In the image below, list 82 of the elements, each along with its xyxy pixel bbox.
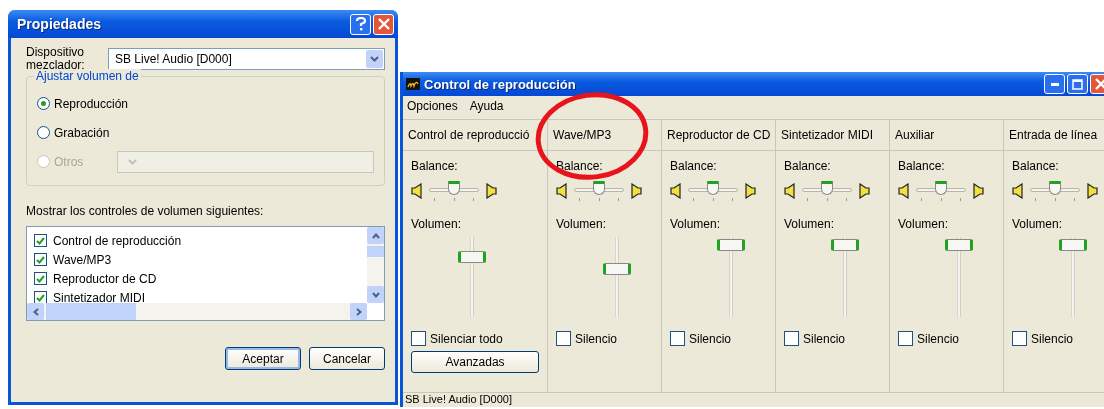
- window-title: Control de reproducción: [424, 76, 577, 92]
- balance-label: Balance:: [670, 159, 718, 173]
- chevron-down-icon: [371, 291, 380, 298]
- speaker-icon: [784, 183, 796, 199]
- balance-label: Balance:: [411, 159, 459, 173]
- volume-label: Volumen:: [784, 217, 836, 231]
- list-item[interactable]: Reproductor de CD: [53, 271, 157, 286]
- speaker-icon: [485, 183, 497, 199]
- chevron-right-icon: [355, 307, 362, 316]
- horizontal-scrollbar[interactable]: [27, 303, 367, 320]
- close-button[interactable]: [373, 13, 394, 35]
- volume-label: Volumen:: [1012, 217, 1064, 231]
- menu-item[interactable]: Opciones: [407, 99, 458, 116]
- speaker-icon: [1086, 183, 1098, 199]
- balance-label: Balance:: [1012, 159, 1060, 173]
- speaker-icon: [858, 183, 870, 199]
- speaker-icon: [1012, 183, 1024, 199]
- chevron-left-icon: [32, 307, 39, 316]
- volume-label: Volumen:: [556, 217, 608, 231]
- dialog-button[interactable]: Aceptar: [225, 347, 301, 370]
- speaker-icon: [898, 183, 910, 199]
- checkbox[interactable]: [34, 253, 47, 266]
- balance-label: Balance:: [898, 159, 946, 173]
- mute-checkbox[interactable]: Silencio: [784, 331, 889, 346]
- close-icon: [377, 18, 390, 30]
- window-title: Propiedades: [17, 16, 102, 32]
- radio-option[interactable]: Reproducción: [37, 96, 129, 111]
- balance-slider[interactable]: [802, 181, 852, 201]
- balance-slider[interactable]: [916, 181, 966, 201]
- checkbox[interactable]: [34, 234, 47, 247]
- speaker-icon: [556, 183, 568, 199]
- mute-checkbox[interactable]: Silencio: [1012, 331, 1104, 346]
- minimize-button[interactable]: [1044, 74, 1065, 94]
- chevron-down-icon: [128, 158, 137, 165]
- speaker-icon: [670, 183, 682, 199]
- list-item[interactable]: Control de reproducción: [53, 233, 182, 248]
- channel-name: Wave/MP3: [553, 128, 612, 142]
- speaker-icon: [630, 183, 642, 199]
- mute-checkbox[interactable]: Silencio: [670, 331, 775, 346]
- channel-name: Reproductor de CD: [667, 128, 771, 142]
- balance-slider[interactable]: [688, 181, 738, 201]
- balance-slider[interactable]: [1030, 181, 1080, 201]
- checkbox[interactable]: [34, 272, 47, 285]
- vertical-scrollbar[interactable]: [367, 227, 384, 303]
- status-text: SB Live! Audio [D000]: [405, 393, 512, 405]
- maximize-button[interactable]: [1067, 74, 1088, 94]
- mute-checkbox[interactable]: Silencio: [898, 331, 1003, 346]
- help-button[interactable]: [350, 13, 371, 35]
- list-item[interactable]: Sintetizador MIDI: [53, 290, 146, 305]
- close-icon: [1094, 78, 1104, 90]
- volume-label: Volumen:: [670, 217, 722, 231]
- chevron-up-icon: [371, 232, 380, 239]
- channel-name: Entrada de línea: [1009, 128, 1098, 142]
- speaker-icon: [744, 183, 756, 199]
- speaker-icon: [972, 183, 984, 199]
- mixer-dropdown[interactable]: SB Live! Audio [D000]: [108, 48, 385, 70]
- balance-label: Balance:: [784, 159, 832, 173]
- mixer-label: Dispositivo mezclador:: [26, 46, 85, 72]
- help-icon: [354, 17, 367, 31]
- advanced-button[interactable]: Avanzadas: [411, 351, 539, 373]
- maximize-icon: [1072, 78, 1083, 90]
- volume-label: Volumen:: [898, 217, 950, 231]
- scrollbar-thumb[interactable]: [46, 303, 136, 320]
- group-title: Ajustar volumen de: [34, 69, 141, 83]
- channel-name: Sintetizador MIDI: [781, 128, 874, 142]
- channel-name: Control de reproducció: [408, 128, 530, 142]
- list-label: Mostrar los controles de volumen siguientes:: [26, 204, 265, 218]
- minimize-icon: [1050, 82, 1059, 86]
- channel-name: Auxiliar: [895, 128, 935, 142]
- volume-label: Volumen:: [411, 217, 463, 231]
- chevron-down-icon: [370, 56, 379, 62]
- list-item[interactable]: Wave/MP3: [53, 252, 112, 267]
- menu-item[interactable]: Ayuda: [469, 99, 504, 116]
- mute-checkbox[interactable]: Silencio: [556, 331, 661, 346]
- dialog-button[interactable]: Cancelar: [309, 347, 385, 370]
- mute-checkbox[interactable]: Silenciar todo: [411, 331, 547, 346]
- app-logo-icon: [406, 78, 420, 90]
- radio-option[interactable]: Grabación: [37, 125, 110, 140]
- balance-slider[interactable]: [429, 181, 479, 201]
- scrollbar-thumb[interactable]: [367, 246, 384, 257]
- balance-slider[interactable]: [574, 181, 624, 201]
- speaker-icon: [411, 183, 423, 199]
